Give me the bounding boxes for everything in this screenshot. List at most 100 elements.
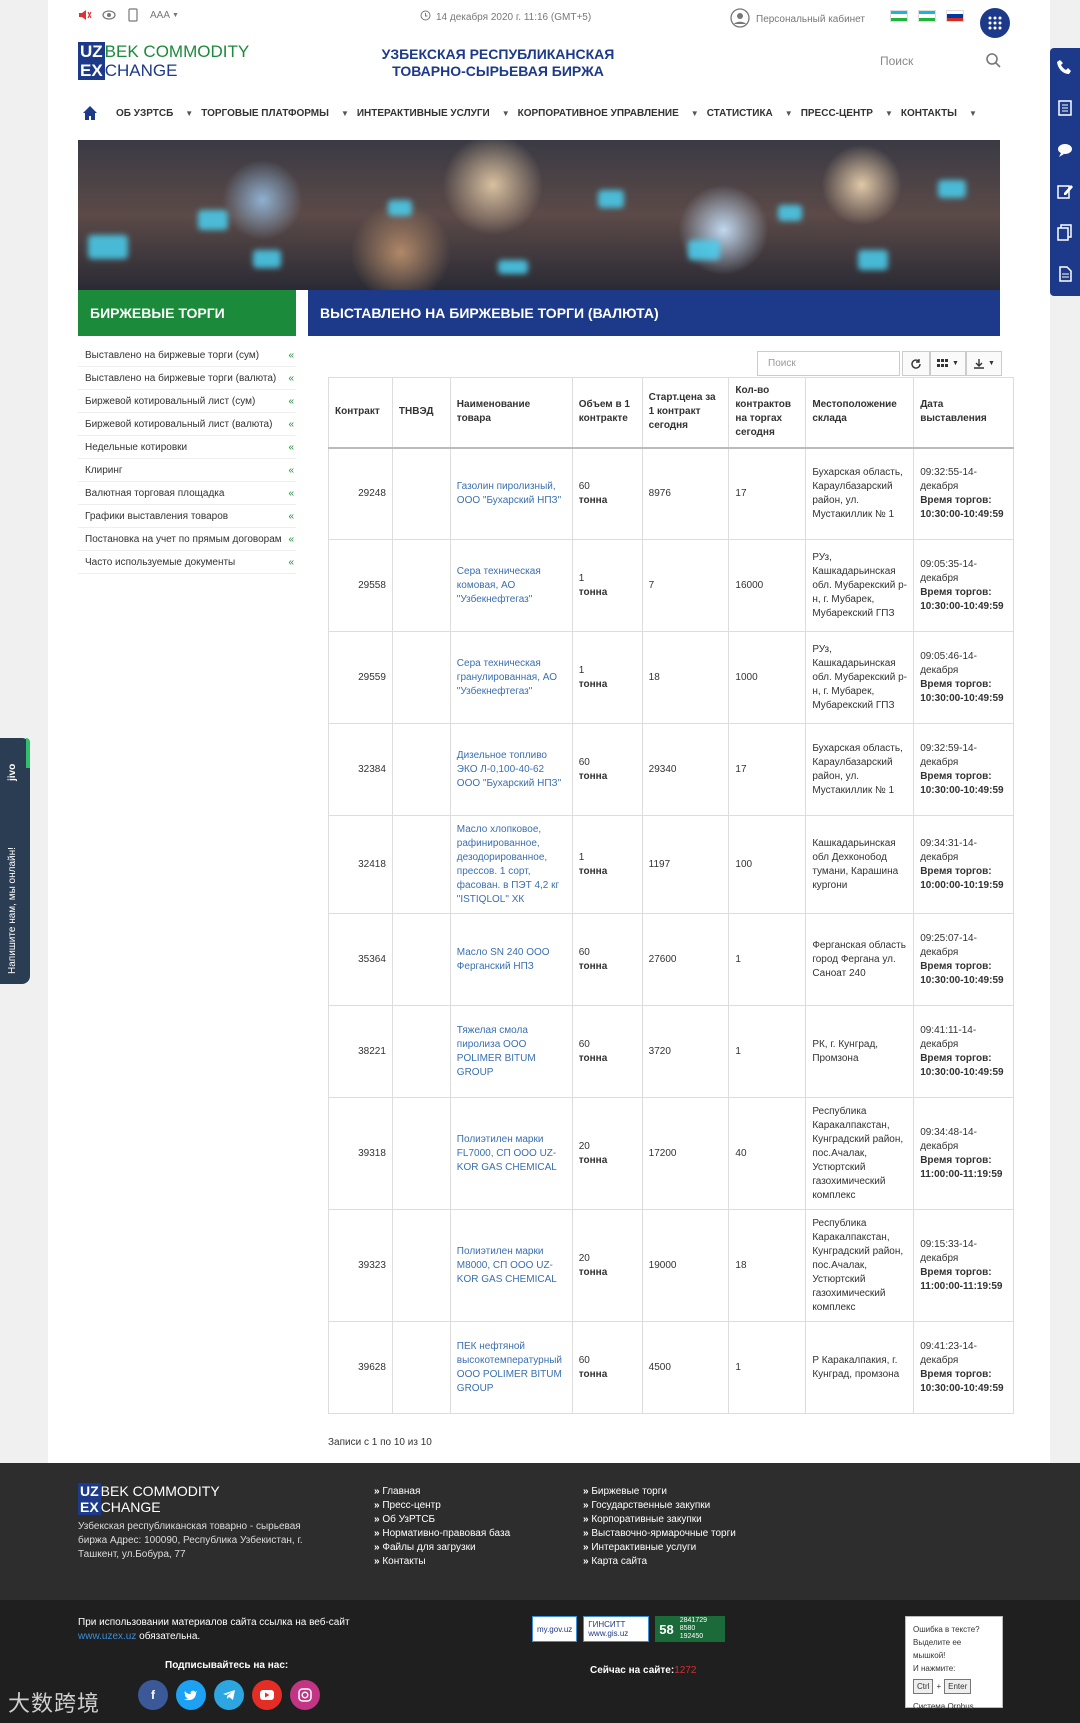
left-menu-item[interactable]: Выставлено на биржевые торги (валюта) « bbox=[78, 367, 296, 390]
nav-item-contacts[interactable]: КОНТАКТЫ ▼ bbox=[899, 108, 983, 119]
facebook-icon[interactable]: f bbox=[138, 1680, 168, 1710]
footer-link[interactable]: Корпоративные закупки bbox=[583, 1513, 736, 1527]
product-name-link[interactable]: Газолин пиролизный, ООО "Бухарский НПЗ" bbox=[449, 447, 573, 540]
orphus-widget[interactable]: Ошибка в тексте? Выделите ее мышкой! И н… bbox=[905, 1616, 1003, 1711]
volume-value: 60 bbox=[578, 1354, 590, 1366]
column-header[interactable]: Наименование товара bbox=[449, 377, 573, 449]
table-row[interactable]: 29248 Газолин пиролизный, ООО "Бухарский … bbox=[328, 447, 1014, 540]
column-header[interactable]: Местоположение склада bbox=[805, 377, 915, 449]
footer-link[interactable]: Биржевые торги bbox=[583, 1485, 736, 1499]
left-menu-item[interactable]: Часто используемые документы « bbox=[78, 551, 296, 574]
nav-item-interactive[interactable]: ИНТЕРАКТИВНЫЕ УСЛУГИ ▼ bbox=[355, 108, 516, 119]
table-row[interactable]: 29558 Сера техническая комовая, АО "Узбек… bbox=[328, 539, 1014, 632]
column-header[interactable]: Контракт bbox=[328, 377, 393, 449]
footer-link[interactable]: Государственные закупки bbox=[583, 1499, 736, 1513]
chat-icon[interactable] bbox=[1056, 141, 1074, 162]
speaker-icon[interactable] bbox=[78, 8, 92, 22]
product-name-link[interactable]: Масло SN 240 ООО Ферганский НПЗ bbox=[449, 913, 573, 1006]
chevrons-left-icon: « bbox=[288, 487, 294, 499]
key-ctrl: Ctrl bbox=[913, 1679, 934, 1694]
edit-icon[interactable] bbox=[1056, 182, 1074, 203]
nav-item-press[interactable]: ПРЕСС-ЦЕНТР ▼ bbox=[799, 108, 899, 119]
font-size-control[interactable]: AAA bbox=[150, 10, 170, 21]
left-menu-item[interactable]: Постановка на учет по прямым договорам « bbox=[78, 528, 296, 551]
columns-toggle-button[interactable]: ▼ bbox=[930, 351, 966, 376]
left-menu-item[interactable]: Биржевой котировальный лист (валюта) « bbox=[78, 413, 296, 436]
nav-item-corporate[interactable]: КОРПОРАТИВНОЕ УПРАВЛЕНИЕ ▼ bbox=[516, 108, 705, 119]
flag-ru-icon[interactable] bbox=[946, 10, 964, 22]
table-row[interactable]: 39318 Полиэтилен марки FL7000, СП ООО UZ-… bbox=[328, 1097, 1014, 1210]
footer-logo[interactable]: UZ BEK COMMODITY EX CHANGE bbox=[78, 1483, 220, 1515]
left-menu-item[interactable]: Графики выставления товаров « bbox=[78, 505, 296, 528]
footer-link[interactable]: Нормативно-правовая база bbox=[374, 1527, 510, 1541]
product-name-link[interactable]: ПЕК нефтяной высокотемпературный ООО POL… bbox=[449, 1321, 573, 1414]
eye-icon[interactable] bbox=[102, 8, 116, 22]
flag-uz-icon[interactable] bbox=[890, 10, 908, 22]
footer-link[interactable]: Карта сайта bbox=[583, 1555, 736, 1569]
table-row[interactable]: 39628 ПЕК нефтяной высокотемпературный ОО… bbox=[328, 1321, 1014, 1414]
mobile-icon[interactable] bbox=[126, 8, 140, 22]
table-search-input[interactable]: Поиск bbox=[757, 351, 900, 376]
product-name-link[interactable]: Сера техническая гранулированная, АО "Уз… bbox=[449, 631, 573, 724]
footer-link[interactable]: Выставочно-ярмарочные торги bbox=[583, 1527, 735, 1541]
footer-link[interactable]: Интерактивные услуги bbox=[583, 1541, 736, 1555]
site-link[interactable]: www.uzex.uz bbox=[78, 1631, 136, 1642]
footer-link[interactable]: Об УзРТСБ bbox=[374, 1513, 510, 1527]
table-row[interactable]: 39323 Полиэтилен марки M8000, СП ООО UZ-K… bbox=[328, 1209, 1014, 1322]
product-name-link[interactable]: Дизельное топливо ЭКО Л-0,100-40-62 ООО … bbox=[449, 723, 573, 816]
table-row[interactable]: 35364 Масло SN 240 ООО Ферганский НПЗ 60 то… bbox=[328, 913, 1014, 1006]
document-icon[interactable] bbox=[1056, 99, 1074, 120]
tnved-cell bbox=[391, 1321, 451, 1414]
apps-grid-icon[interactable] bbox=[980, 8, 1010, 38]
phone-icon[interactable] bbox=[1056, 58, 1074, 79]
product-name-link[interactable]: Тяжелая смола пиролиза ООО POLIMER BITUM… bbox=[449, 1005, 573, 1098]
column-header[interactable]: Кол-во контрактов на торгах сегодня bbox=[728, 377, 807, 449]
refresh-button[interactable] bbox=[902, 351, 930, 376]
search-icon[interactable] bbox=[985, 52, 1001, 71]
section-title-left: БИРЖЕВЫЕ ТОРГИ bbox=[78, 290, 296, 336]
nav-item-trading[interactable]: ТОРГОВЫЕ ПЛАТФОРМЫ ▼ bbox=[199, 108, 355, 119]
visitor-counter[interactable]: 58 2841729 8580 192450 bbox=[655, 1616, 726, 1642]
copy-icon[interactable] bbox=[1056, 223, 1074, 244]
youtube-icon[interactable] bbox=[252, 1680, 282, 1710]
instagram-icon[interactable] bbox=[290, 1680, 320, 1710]
footer-link[interactable]: Файлы для загрузки bbox=[374, 1541, 510, 1555]
nav-item-about[interactable]: ОБ УЗРТСБ ▼ bbox=[102, 108, 199, 119]
table-row[interactable]: 29559 Сера техническая гранулированная, А… bbox=[328, 631, 1014, 724]
nav-label: ОБ УЗРТСБ bbox=[116, 107, 174, 119]
site-logo[interactable]: UZ BEK COMMODITY EX CHANGE bbox=[78, 42, 249, 80]
footer-link[interactable]: Главная bbox=[374, 1485, 510, 1499]
jivo-chat-widget[interactable]: Напишите нам, мы онлайн! jivo bbox=[0, 738, 30, 984]
table-row[interactable]: 32418 Масло хлопковое, рафинированное, де… bbox=[328, 815, 1014, 914]
telegram-icon[interactable] bbox=[214, 1680, 244, 1710]
footer-link[interactable]: Пресс-центр bbox=[374, 1499, 510, 1513]
product-name-link[interactable]: Масло хлопковое, рафинированное, дезодор… bbox=[449, 815, 573, 914]
column-header[interactable]: Объем в 1 контракте bbox=[571, 377, 643, 449]
footer-link[interactable]: Контакты bbox=[374, 1555, 510, 1569]
column-header[interactable]: Дата выставления bbox=[913, 377, 1014, 449]
table-row[interactable]: 32384 Дизельное топливо ЭКО Л-0,100-40-62… bbox=[328, 723, 1014, 816]
flag-uz-latin-icon[interactable] bbox=[918, 10, 936, 22]
home-icon[interactable] bbox=[78, 105, 102, 121]
column-header[interactable]: Старт.цена за 1 контракт сегодня bbox=[641, 377, 730, 449]
file-icon[interactable] bbox=[1056, 265, 1074, 286]
personal-cabinet-link[interactable]: Персональный кабинет bbox=[730, 8, 865, 31]
header-search-input[interactable]: Поиск bbox=[880, 54, 913, 68]
nav-item-statistics[interactable]: СТАТИСТИКА ▼ bbox=[705, 108, 799, 119]
mygov-badge[interactable]: my.gov.uz bbox=[532, 1616, 578, 1642]
date-value: 09:41:23-14-декабря bbox=[920, 1340, 977, 1366]
product-name-link[interactable]: Полиэтилен марки FL7000, СП ООО UZ-KOR G… bbox=[449, 1097, 573, 1210]
export-button[interactable]: ▼ bbox=[966, 351, 1002, 376]
left-menu-item[interactable]: Клиринг « bbox=[78, 459, 296, 482]
chevrons-left-icon: « bbox=[288, 395, 294, 407]
twitter-icon[interactable] bbox=[176, 1680, 206, 1710]
table-row[interactable]: 38221 Тяжелая смола пиролиза ООО POLIMER … bbox=[328, 1005, 1014, 1098]
product-name-link[interactable]: Сера техническая комовая, АО "Узбекнефте… bbox=[449, 539, 573, 632]
left-menu-item[interactable]: Биржевой котировальный лист (сум) « bbox=[78, 390, 296, 413]
column-header[interactable]: ТНВЭД bbox=[391, 377, 451, 449]
gis-badge[interactable]: ГИНСИТТ www.gis.uz bbox=[583, 1616, 650, 1642]
product-name-link[interactable]: Полиэтилен марки M8000, СП ООО UZ-KOR GA… bbox=[449, 1209, 573, 1322]
left-menu-item[interactable]: Выставлено на биржевые торги (сум) « bbox=[78, 344, 296, 367]
left-menu-item[interactable]: Валютная торговая площадка « bbox=[78, 482, 296, 505]
left-menu-item[interactable]: Недельные котировки « bbox=[78, 436, 296, 459]
